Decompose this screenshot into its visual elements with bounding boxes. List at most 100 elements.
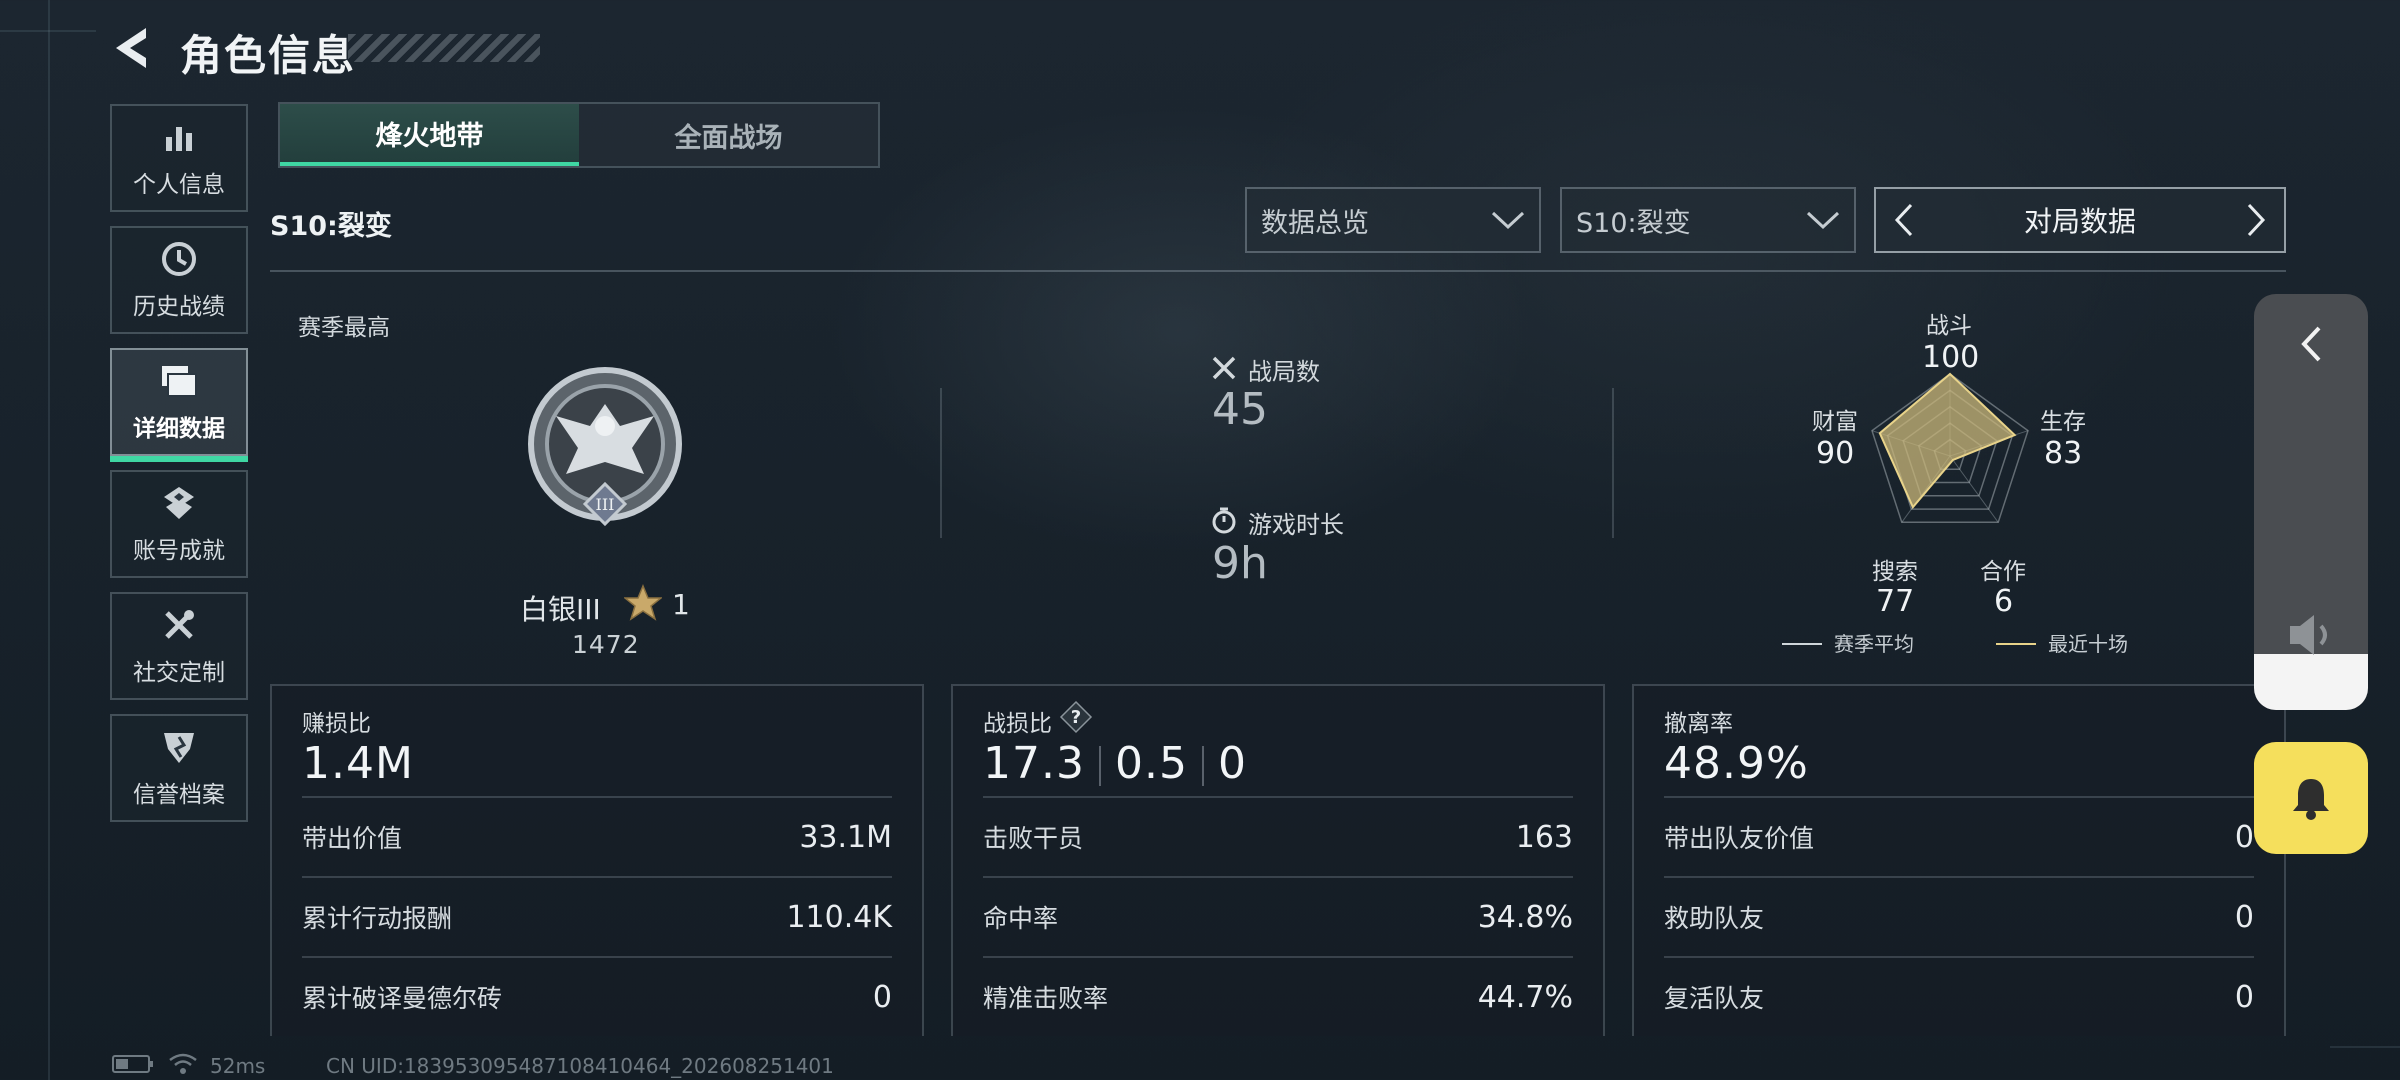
- season-title: S10:裂变: [270, 211, 392, 242]
- title-stripes: [348, 34, 540, 62]
- sidebar-item-personal-info[interactable]: 个人信息: [110, 104, 248, 212]
- stat-view-switcher: 对局数据: [1874, 187, 2286, 253]
- bell-icon: [2293, 779, 2329, 820]
- notification-button[interactable]: [2254, 742, 2368, 854]
- divider: [1612, 388, 1614, 538]
- legend-recent-ten: 最近十场: [2048, 632, 2128, 656]
- stat-row: 累计行动报酬 110.4K: [302, 876, 892, 956]
- rank-name: 白银III: [520, 593, 601, 626]
- battery-icon: [112, 1054, 154, 1079]
- sidebar-item-social[interactable]: 社交定制: [110, 592, 248, 700]
- stat-label: 带出价值: [302, 824, 403, 853]
- panel-label: 撤离率: [1664, 711, 1733, 737]
- radar-label-search: 搜索: [1872, 559, 1918, 585]
- stat-label: 精准击败率: [983, 984, 1109, 1013]
- sidebar-item-history[interactable]: 历史战绩: [110, 226, 248, 334]
- extract-panel: 撤离率 48.9% 带出队友价值 0 救助队友 0 复活队友 0: [1632, 684, 2286, 1036]
- data-type-dropdown[interactable]: 数据总览: [1245, 187, 1541, 253]
- stat-value: 110.4K: [786, 899, 892, 935]
- kd-value: 17.3: [983, 738, 1085, 789]
- stat-row: 精准击败率 44.7%: [983, 956, 1573, 1036]
- playtime-label: 游戏时长: [1248, 511, 1344, 539]
- shield-icon: [159, 727, 199, 767]
- stat-label: 救助队友: [1664, 904, 1765, 933]
- stat-row: 救助队友 0: [1664, 876, 2254, 956]
- sidebar-item-detailed-data[interactable]: 详细数据: [110, 348, 248, 462]
- chevron-down-icon: [1806, 211, 1840, 230]
- chevron-left-icon: [2301, 326, 2321, 362]
- tab-full-battlefield[interactable]: 全面战场: [579, 104, 878, 166]
- stat-view-label: 对局数据: [2023, 205, 2136, 238]
- stat-label: 复活队友: [1664, 984, 1765, 1013]
- radar-label-combat: 战斗: [1926, 313, 1972, 339]
- stat-row: 击败干员 163: [983, 796, 1573, 876]
- stat-value: 163: [1515, 819, 1573, 855]
- next-view-button[interactable]: [2238, 197, 2274, 243]
- panel-label: 赚损比: [302, 711, 371, 737]
- speaker-icon: [2290, 615, 2327, 655]
- crossed-swords-icon: [1210, 354, 1238, 382]
- stat-value: 0: [2234, 979, 2254, 1015]
- sidebar-item-label: 历史战绩: [133, 294, 225, 320]
- bar-chart-icon: [159, 117, 199, 157]
- legend-season-avg: 赛季平均: [1834, 632, 1914, 656]
- kd-value: 0.5: [1114, 738, 1188, 789]
- panel-label: 战损比: [983, 711, 1052, 737]
- stat-value: 44.7%: [1477, 979, 1573, 1015]
- stat-row: 累计破译曼德尔砖 0: [302, 956, 892, 1036]
- panel-big-value: 48.9%: [1664, 738, 1809, 789]
- clock-icon: [159, 239, 199, 279]
- kd-value: 0: [1217, 738, 1247, 789]
- rank-score: 1472: [572, 630, 640, 659]
- stat-value: 0: [2234, 899, 2254, 935]
- stat-label: 命中率: [983, 904, 1059, 933]
- speaker-mute-button[interactable]: [2286, 612, 2336, 662]
- kd-values: 17.3 0.5 0: [983, 738, 1247, 789]
- season-best-label: 赛季最高: [298, 315, 390, 341]
- stat-row: 带出价值 33.1M: [302, 796, 892, 876]
- sidebar-item-achievements[interactable]: 账号成就: [110, 470, 248, 578]
- stat-row: 复活队友 0: [1664, 956, 2254, 1036]
- back-arrow-icon: [116, 28, 146, 68]
- star-icon: [622, 584, 664, 622]
- deco-line: [0, 30, 96, 32]
- chevron-down-icon: [1491, 211, 1525, 230]
- stat-value: 34.8%: [1477, 899, 1573, 935]
- page-title: 角色信息: [180, 31, 357, 80]
- deco-line: [2330, 1046, 2400, 1048]
- mute-background: [2254, 654, 2368, 710]
- stat-value: 33.1M: [799, 819, 892, 855]
- radar-value-cooperation: 6: [1994, 584, 2014, 619]
- rank-stars-count: 1: [672, 588, 690, 621]
- wifi-icon: [168, 1052, 198, 1080]
- stat-label: 累计破译曼德尔砖: [302, 984, 503, 1013]
- legend-season-avg-swatch: [1782, 643, 1822, 645]
- divider: [270, 270, 2286, 272]
- svg-text:?: ?: [1071, 707, 1081, 728]
- svg-text:III: III: [596, 495, 615, 514]
- sidebar-item-label: 信誉档案: [133, 782, 225, 808]
- collapse-toolbar-button[interactable]: [2254, 294, 2368, 394]
- stat-row: 带出队友价值 0: [1664, 796, 2254, 876]
- stat-label: 带出队友价值: [1664, 824, 1815, 853]
- rank-badge-icon: III: [524, 364, 686, 536]
- tab-beacon-zone[interactable]: 烽火地带: [280, 104, 579, 166]
- combat-panel: 战损比 ? 17.3 0.5 0 击败干员 163 命中率 34.8% 精准击败率 …: [951, 684, 1605, 1036]
- sidebar-item-reputation[interactable]: 信誉档案: [110, 714, 248, 822]
- tools-icon: [159, 605, 199, 645]
- help-icon[interactable]: ?: [1059, 700, 1093, 734]
- back-button[interactable]: [108, 22, 156, 74]
- season-dropdown[interactable]: S10:裂变: [1560, 187, 1856, 253]
- stopwatch-icon: [1210, 506, 1238, 534]
- deco-line: [48, 0, 50, 1080]
- sidebar-item-label: 个人信息: [133, 172, 225, 198]
- matches-label: 战局数: [1248, 358, 1320, 386]
- profit-panel: 赚损比 1.4M 带出价值 33.1M 累计行动报酬 110.4K 累计破译曼德…: [270, 684, 924, 1036]
- folder-icon: [159, 361, 199, 401]
- sidebar-item-label: 账号成就: [133, 538, 225, 564]
- stat-value: 0: [2234, 819, 2254, 855]
- playtime-value: 9h: [1212, 538, 1268, 589]
- prev-view-button[interactable]: [1886, 197, 1922, 243]
- ping-value: 52ms: [210, 1054, 266, 1078]
- sidebar-item-label: 详细数据: [133, 416, 225, 442]
